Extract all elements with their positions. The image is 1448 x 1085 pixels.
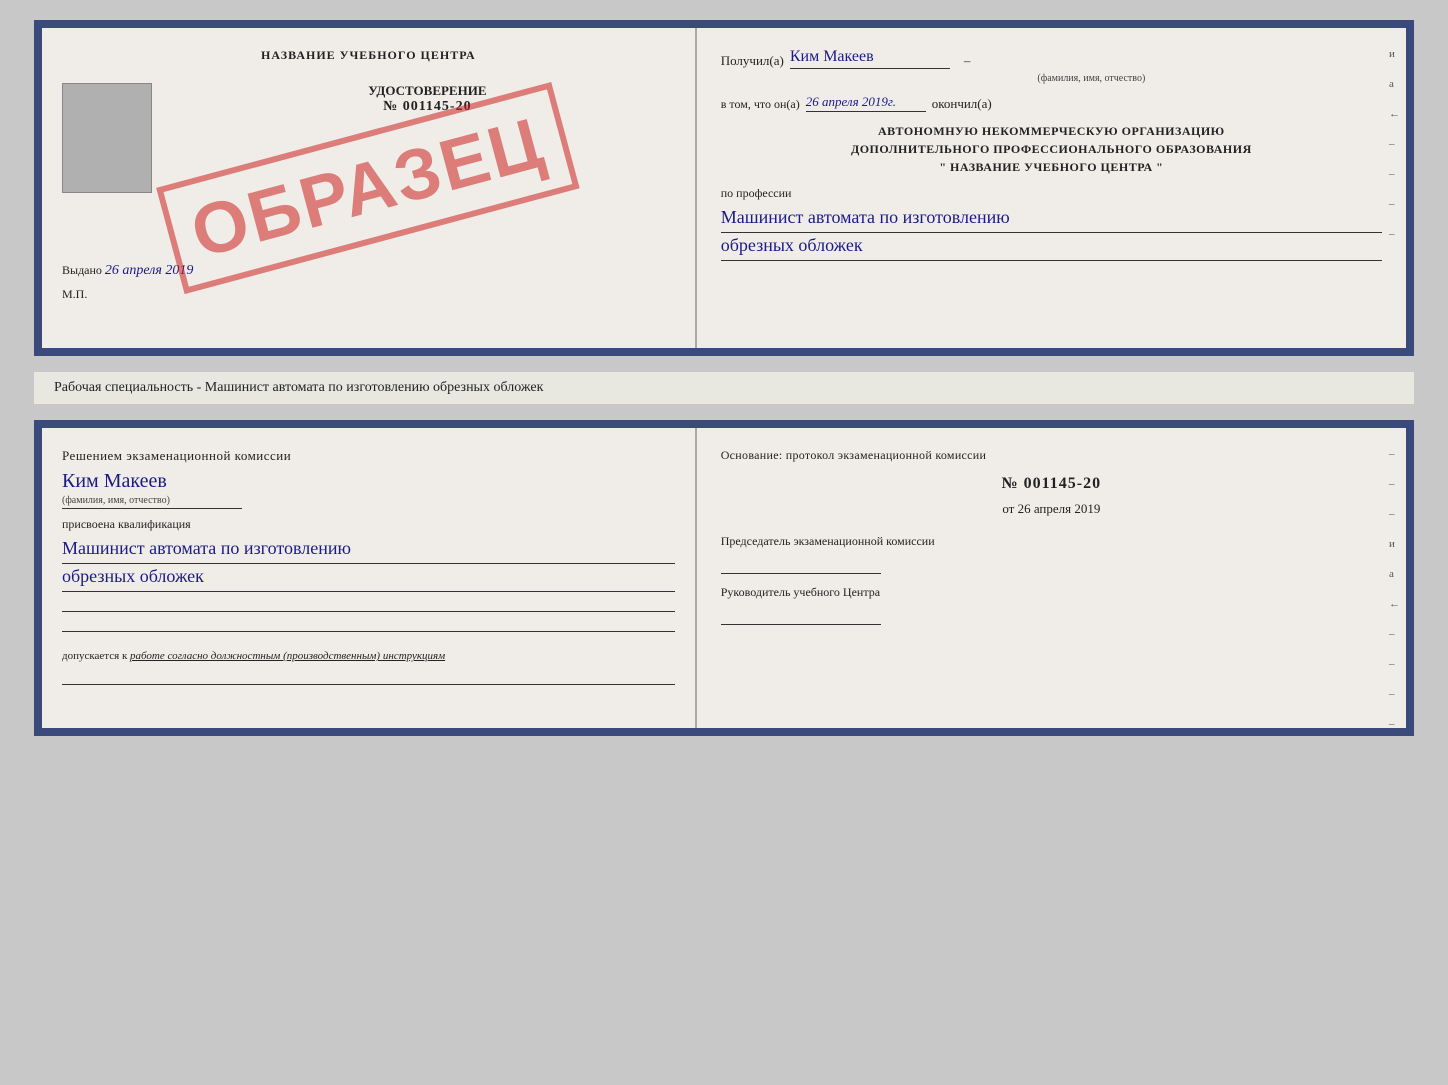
vtom-line: в том, что он(а) 26 апреля 2019г. окончи… <box>721 94 1382 112</box>
description-line: Рабочая специальность - Машинист автомат… <box>34 372 1414 404</box>
vtom-label: в том, что он(а) <box>721 97 800 112</box>
bottom-side-marks: – – – и а ← – – – – <box>1389 448 1400 730</box>
prisvoena-label: присвоена квалификация <box>62 517 675 532</box>
bottom-doc-right: Основание: протокол экзаменационной коми… <box>697 428 1406 728</box>
profession-line2: обрезных обложек <box>721 233 1382 261</box>
osnovaniye-text: Основание: протокол экзаменационной коми… <box>721 448 1382 463</box>
org-line2: ДОПОЛНИТЕЛЬНОГО ПРОФЕССИОНАЛЬНОГО ОБРАЗО… <box>721 140 1382 158</box>
bottom-fio-label: (фамилия, имя, отчество) <box>62 495 242 509</box>
fio-label-top: (фамилия, имя, отчество) <box>801 73 1382 84</box>
blank-line1 <box>62 596 675 612</box>
top-left-title: НАЗВАНИЕ УЧЕБНОГО ЦЕНТРА <box>62 48 675 63</box>
protocol-number: № 001145-20 <box>721 475 1382 493</box>
udost-title: УДОСТОВЕРЕНИЕ <box>180 83 675 99</box>
bottom-qualification1: Машинист автомата по изготовлению <box>62 536 675 564</box>
bottom-qualification2: обрезных обложек <box>62 564 675 592</box>
po-professii-label: по профессии <box>721 186 1382 201</box>
dopuskaetsya-block: допускается к работе согласно должностны… <box>62 648 675 665</box>
rukovoditel-text: Руководитель учебного Центра <box>721 584 1382 601</box>
top-doc-right: Получил(а) Ким Макеев – (фамилия, имя, о… <box>697 28 1406 348</box>
completion-date: 26 апреля 2019г. <box>806 94 926 112</box>
predsedatel-signature-line <box>721 554 881 574</box>
mp-label: М.П. <box>62 287 675 302</box>
bottom-document: Решением экзаменационной комиссии Ким Ма… <box>34 420 1414 736</box>
top-doc-left: НАЗВАНИЕ УЧЕБНОГО ЦЕНТРА УДОСТОВЕРЕНИЕ №… <box>42 28 697 348</box>
org-line1: АВТОНОМНУЮ НЕКОММЕРЧЕСКУЮ ОРГАНИЗАЦИЮ <box>721 122 1382 140</box>
ot-date: от 26 апреля 2019 <box>721 501 1382 517</box>
bottom-name: Ким Макеев <box>62 470 675 493</box>
dopuskaetsya-italic: работе согласно должностным (производств… <box>130 650 445 662</box>
blank-line2 <box>62 616 675 632</box>
side-marks: и а ← – – – – <box>1389 48 1400 240</box>
org-line3: " НАЗВАНИЕ УЧЕБНОГО ЦЕНТРА " <box>721 158 1382 176</box>
dopuskaetsya-label: допускается к <box>62 650 127 662</box>
blank-line3 <box>62 669 675 685</box>
resheniyem-text: Решением экзаменационной комиссии <box>62 448 675 464</box>
okoncil-label: окончил(а) <box>932 96 992 112</box>
rukovoditel-signature-line <box>721 605 881 625</box>
predsedatel-text: Председатель экзаменационной комиссии <box>721 533 1382 550</box>
vydano-date: 26 апреля 2019 <box>105 263 193 278</box>
top-document: НАЗВАНИЕ УЧЕБНОГО ЦЕНТРА УДОСТОВЕРЕНИЕ №… <box>34 20 1414 356</box>
bottom-doc-left: Решением экзаменационной комиссии Ким Ма… <box>42 428 697 728</box>
org-block: АВТОНОМНУЮ НЕКОММЕРЧЕСКУЮ ОРГАНИЗАЦИЮ ДО… <box>721 122 1382 176</box>
poluchil-line: Получил(а) Ким Макеев – <box>721 48 1382 69</box>
poluchil-label: Получил(а) <box>721 53 784 69</box>
udost-number: № 001145-20 <box>180 99 675 115</box>
vydano-line: Выдано 26 апреля 2019 <box>62 263 675 279</box>
recipient-name: Ким Макеев <box>790 48 950 69</box>
photo-placeholder <box>62 83 152 193</box>
profession-line1: Машинист автомата по изготовлению <box>721 205 1382 233</box>
vydano-label: Выдано <box>62 263 102 277</box>
